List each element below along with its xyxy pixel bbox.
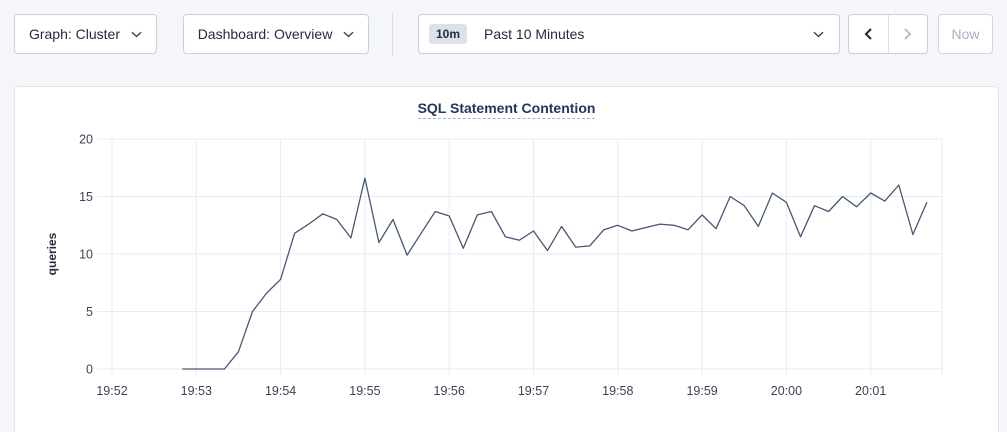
toolbar-divider (392, 12, 393, 56)
line-chart: 0 5 10 15 20 19:52 19:53 19:54 19:55 19:56 19:57 19… (15, 87, 998, 431)
svg-text:19:54: 19:54 (265, 384, 296, 398)
svg-text:20:00: 20:00 (771, 384, 802, 398)
y-axis-label: queries (45, 233, 59, 276)
svg-text:0: 0 (86, 363, 93, 377)
svg-text:5: 5 (86, 305, 93, 319)
svg-text:20: 20 (79, 133, 93, 147)
graph-dropdown[interactable]: Graph: Cluster (14, 14, 157, 54)
chart-title-row: SQL Statement Contention (15, 100, 998, 119)
svg-text:19:59: 19:59 (686, 384, 717, 398)
time-nav-group (848, 14, 928, 54)
time-range-badge: 10m (429, 24, 467, 44)
chevron-down-icon (131, 31, 142, 38)
time-range-label: Past 10 Minutes (484, 26, 584, 42)
svg-text:19:58: 19:58 (602, 384, 633, 398)
dashboard-dropdown-label: Dashboard: Overview (198, 26, 333, 42)
chevron-down-icon (813, 31, 824, 38)
time-prev-button[interactable] (849, 15, 888, 53)
svg-text:15: 15 (79, 190, 93, 204)
time-range-picker[interactable]: 10m Past 10 Minutes (418, 14, 840, 54)
chart-card: SQL Statement Contention queries 0 5 10 15 2… (14, 86, 999, 432)
now-button[interactable]: Now (938, 14, 993, 54)
svg-text:19:55: 19:55 (349, 384, 380, 398)
dashboard-dropdown[interactable]: Dashboard: Overview (183, 14, 369, 54)
svg-text:19:52: 19:52 (96, 384, 127, 398)
chevron-left-icon (862, 27, 875, 41)
chevron-down-icon (343, 31, 354, 38)
svg-text:19:57: 19:57 (518, 384, 549, 398)
svg-text:19:53: 19:53 (181, 384, 212, 398)
toolbar: Graph: Cluster Dashboard: Overview 10m P… (0, 0, 1007, 86)
chart-title[interactable]: SQL Statement Contention (418, 100, 596, 119)
time-next-button[interactable] (888, 15, 927, 53)
svg-text:20:01: 20:01 (855, 384, 886, 398)
svg-text:10: 10 (79, 248, 93, 262)
chevron-right-icon (901, 27, 914, 41)
svg-text:19:56: 19:56 (434, 384, 465, 398)
graph-dropdown-label: Graph: Cluster (29, 26, 120, 42)
